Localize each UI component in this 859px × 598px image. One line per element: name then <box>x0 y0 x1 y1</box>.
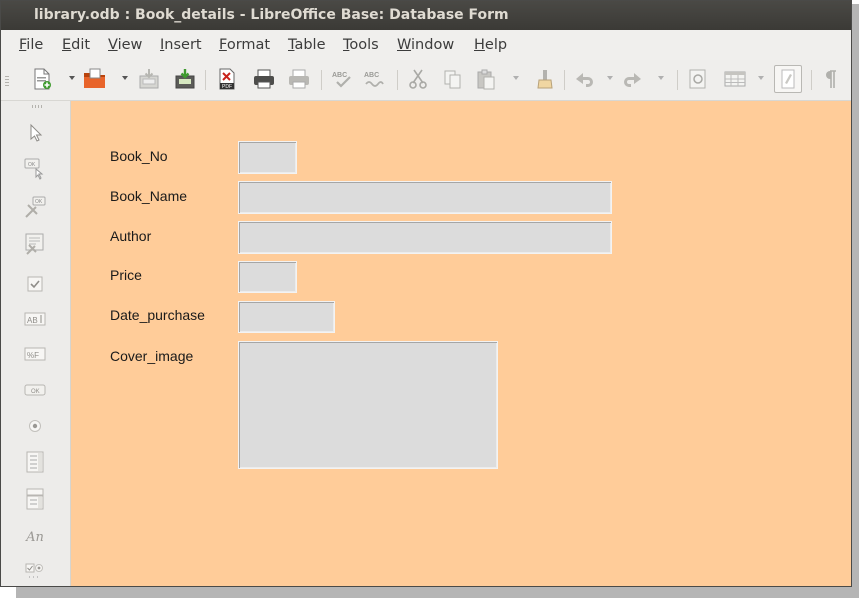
copy-icon[interactable] <box>441 68 465 90</box>
svg-text:ABC: ABC <box>332 72 347 79</box>
toolbar-separator <box>811 70 812 90</box>
menu-file[interactable]: File <box>19 37 43 53</box>
date-purchase-field[interactable] <box>238 301 335 333</box>
combo-box-icon[interactable] <box>23 487 47 511</box>
new-document-icon[interactable] <box>31 68 53 90</box>
label-field-text: An <box>26 529 44 545</box>
standard-toolbar: PDF ABC ABC <box>1 60 851 101</box>
paste-icon[interactable] <box>474 68 498 90</box>
svg-text:%F: %F <box>27 351 39 360</box>
open-folder-icon[interactable] <box>82 68 108 90</box>
formatted-field-icon[interactable]: %F <box>23 342 47 366</box>
book-name-field[interactable] <box>238 181 612 214</box>
menu-bar: File Edit View Insert Format Table Tools… <box>1 30 851 60</box>
app-window: library.odb : Book_details - LibreOffice… <box>0 0 852 587</box>
price-label: Price <box>110 267 142 283</box>
table-dropdown-icon[interactable] <box>758 76 764 80</box>
menu-view[interactable]: View <box>108 37 142 53</box>
svg-text:OK: OK <box>31 389 40 395</box>
menu-insert[interactable]: Insert <box>160 37 202 53</box>
export-pdf-icon[interactable]: PDF <box>215 68 239 90</box>
book-no-label: Book_No <box>110 148 168 164</box>
print-preview-icon[interactable] <box>286 68 312 90</box>
clone-formatting-icon[interactable] <box>532 68 556 90</box>
navigator-icon[interactable] <box>686 68 710 90</box>
cut-icon[interactable] <box>406 68 430 90</box>
author-label: Author <box>110 228 152 244</box>
menu-tools[interactable]: Tools <box>343 37 379 53</box>
save-icon[interactable] <box>137 68 161 90</box>
cover-image-control[interactable] <box>238 341 498 469</box>
price-field[interactable] <box>238 261 297 293</box>
book-no-field[interactable] <box>238 141 297 174</box>
toolbar-separator <box>564 70 565 90</box>
toolbar-separator <box>321 70 322 90</box>
svg-text:ABC: ABC <box>364 72 379 79</box>
table-icon[interactable] <box>722 68 748 90</box>
autospellcheck-icon[interactable]: ABC <box>362 68 386 90</box>
cover-image-label: Cover_image <box>110 348 194 364</box>
paste-dropdown-icon[interactable] <box>513 76 519 80</box>
toolbar-grip[interactable] <box>5 76 9 86</box>
formatting-marks-icon[interactable] <box>819 68 843 90</box>
text-box-icon[interactable]: AB <box>23 307 47 331</box>
svg-text:PDF: PDF <box>222 84 232 90</box>
svg-text:OK: OK <box>28 162 36 168</box>
window-shadow-bottom <box>16 587 859 598</box>
undo-dropdown-icon[interactable] <box>607 76 613 80</box>
svg-text:OK: OK <box>35 199 43 205</box>
draw-functions-icon[interactable] <box>774 65 802 93</box>
menu-window[interactable]: Window <box>397 37 454 53</box>
form-navigator-icon[interactable] <box>23 232 47 256</box>
redo-icon[interactable] <box>621 68 645 90</box>
list-box-icon[interactable] <box>23 450 47 474</box>
toolbar-separator <box>205 70 206 90</box>
spellcheck-icon[interactable]: ABC <box>330 68 354 90</box>
form-controls-sidebar: OK OK AB %F OK An <box>1 101 71 586</box>
form-canvas: Book_No Book_Name Author Price Date_purc… <box>71 101 851 586</box>
toolbar-separator <box>677 70 678 90</box>
redo-dropdown-icon[interactable] <box>658 76 664 80</box>
save-export-icon[interactable] <box>173 68 197 90</box>
print-icon[interactable] <box>251 68 277 90</box>
menu-edit[interactable]: Edit <box>62 37 90 53</box>
label-field-icon[interactable]: An <box>23 525 47 549</box>
title-bar: library.odb : Book_details - LibreOffice… <box>1 1 851 30</box>
open-dropdown-icon[interactable] <box>122 76 128 80</box>
push-button-icon[interactable]: OK <box>23 378 47 402</box>
toolbar-separator <box>397 70 398 90</box>
window-title: library.odb : Book_details - LibreOffice… <box>34 7 509 23</box>
new-dropdown-icon[interactable] <box>69 76 75 80</box>
author-field[interactable] <box>238 221 612 254</box>
select-arrow-icon[interactable] <box>23 121 47 145</box>
menu-help[interactable]: Help <box>474 37 507 53</box>
undo-icon[interactable] <box>572 68 596 90</box>
option-button-icon[interactable] <box>23 414 47 438</box>
more-controls-icon[interactable] <box>23 559 47 583</box>
svg-text:AB: AB <box>27 316 38 325</box>
menu-format[interactable]: Format <box>219 37 270 53</box>
menu-table[interactable]: Table <box>288 37 326 53</box>
window-shadow-right <box>852 4 859 598</box>
book-name-label: Book_Name <box>110 188 188 204</box>
date-purchase-label: Date_purchase <box>110 307 205 323</box>
sidebar-grip[interactable] <box>32 105 42 108</box>
control-wizards-icon[interactable]: OK <box>23 195 47 219</box>
design-mode-icon[interactable]: OK <box>23 157 47 181</box>
check-box-icon[interactable] <box>23 272 47 296</box>
